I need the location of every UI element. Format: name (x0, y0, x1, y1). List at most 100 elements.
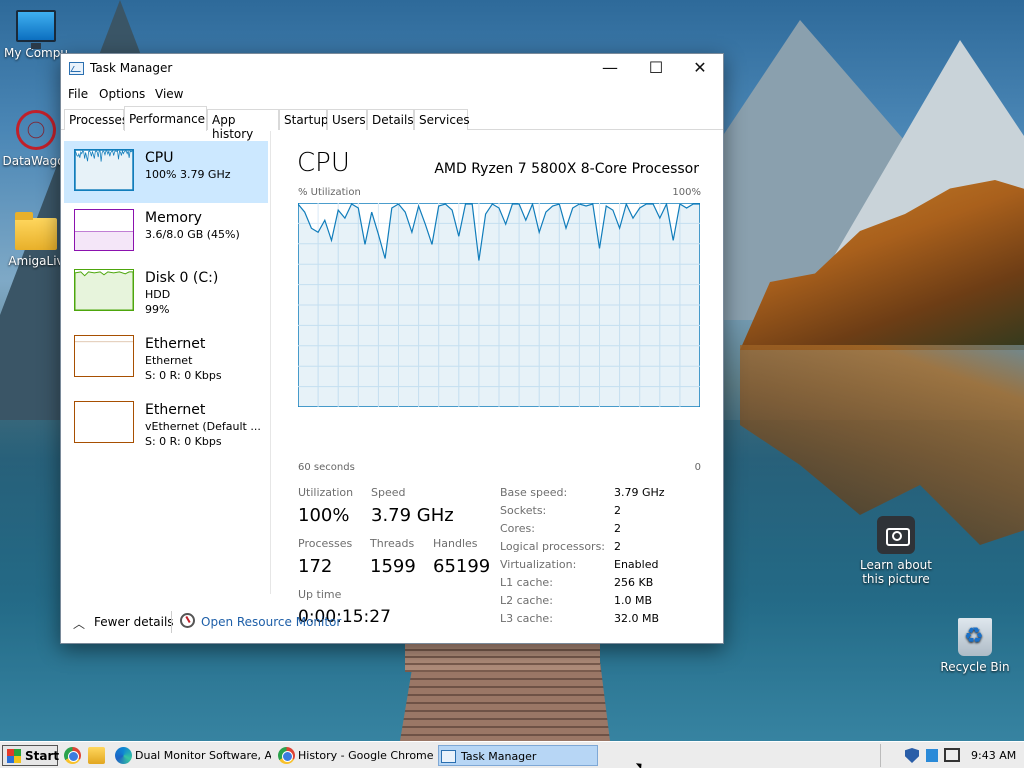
speed-value: 3.79 GHz (371, 505, 454, 526)
menu-view[interactable]: View (155, 87, 183, 101)
processes-label: Processes (298, 537, 353, 550)
spec-key: Sockets: (500, 504, 547, 517)
spec-value: 3.79 GHz (614, 486, 665, 499)
title-bar[interactable]: Task Manager — ☐ ✕ (61, 54, 723, 84)
sidebar-item-disk[interactable]: Disk 0 (C:) HDD 99% (64, 261, 268, 323)
tray-app-icon[interactable] (926, 749, 938, 762)
sidebar-item-ethernet[interactable]: Ethernet Ethernet S: 0 R: 0 Kbps (64, 327, 268, 389)
utilization-value: 100% (298, 505, 350, 526)
sidebar-item-detail: 100% 3.79 GHz (145, 168, 231, 181)
taskbar-item-label: Dual Monitor Software, A... (135, 749, 271, 762)
sidebar-item-detail: vEthernet (Default ... (145, 420, 261, 433)
cpu-detail-panel: CPU AMD Ryzen 7 5800X 8-Core Processor %… (273, 131, 723, 627)
sidebar-item-detail: S: 0 R: 0 Kbps (145, 435, 222, 448)
speed-label: Speed (371, 486, 406, 499)
chrome-icon[interactable] (64, 747, 81, 764)
sidebar-item-label: Ethernet (145, 336, 206, 352)
file-explorer-icon[interactable] (88, 747, 105, 764)
sidebar-item-vethernet[interactable]: Ethernet vEthernet (Default ... S: 0 R: … (64, 393, 268, 455)
uptime-label: Up time (298, 588, 342, 601)
menu-options[interactable]: Options (99, 87, 145, 101)
window-footer: ︿ Fewer details Open Resource Monitor (61, 606, 723, 642)
taskbar-item-edge[interactable]: Dual Monitor Software, A... (113, 745, 271, 766)
tab-services[interactable]: Services (414, 109, 470, 130)
sidebar-item-detail: Ethernet (145, 354, 193, 367)
sidebar-item-label: CPU (145, 150, 174, 166)
cpu-utilization-graph (298, 203, 700, 407)
start-button[interactable]: Start (2, 745, 59, 766)
taskbar-item-chrome[interactable]: History - Google Chrome (276, 745, 434, 766)
footer-divider (171, 611, 172, 633)
threads-label: Threads (370, 537, 415, 550)
sidebar-item-detail: HDD (145, 288, 171, 301)
processor-name: AMD Ryzen 7 5800X 8-Core Processor (434, 161, 699, 177)
tab-users[interactable]: Users (327, 109, 367, 130)
desktop-icon-recycle-bin[interactable]: Recycle Bin (935, 618, 1015, 674)
camera-icon (877, 516, 915, 554)
menu-file[interactable]: File (68, 87, 88, 101)
spec-key: Logical processors: (500, 540, 606, 553)
tab-details[interactable]: Details (367, 109, 414, 130)
desktop-icon-label: AmigaLiv (8, 254, 64, 268)
tab-bar: Processes Performance App history Startu… (61, 106, 723, 141)
sidebar-item-memory[interactable]: Memory 3.6/8.0 GB (45%) (64, 201, 268, 263)
tab-processes[interactable]: Processes (64, 109, 128, 130)
spec-value: 2 (614, 504, 621, 517)
spec-value: Enabled (614, 558, 659, 571)
desktop-icon-label: Learn about this picture (860, 558, 932, 586)
page-title: CPU (297, 148, 350, 178)
menu-bar: File Options View (61, 84, 723, 106)
spec-key: Cores: (500, 522, 535, 535)
sidebar-item-detail: 3.6/8.0 GB (45%) (145, 228, 240, 241)
cpu-utilization-area (298, 204, 700, 407)
task-manager-icon (69, 62, 84, 75)
window-title: Task Manager (90, 61, 173, 75)
tab-app-history[interactable]: App history (207, 109, 279, 141)
tab-startup[interactable]: Startup (279, 109, 329, 130)
graph-y-max: 100% (672, 187, 701, 198)
handles-value: 65199 (433, 556, 491, 577)
cpu-utilization-area (75, 150, 133, 190)
utilization-label: Utilization (298, 486, 354, 499)
graph-x-min: 0 (694, 462, 701, 473)
chrome-icon (278, 747, 295, 764)
graph-x-label: 60 seconds (298, 462, 355, 473)
processes-value: 172 (298, 556, 333, 577)
disk-thumbnail-graph (74, 269, 134, 311)
tab-performance[interactable]: Performance (124, 106, 207, 131)
system-tray: 9:43 AM (880, 744, 1022, 767)
vethernet-thumbnail-graph (74, 401, 134, 443)
minimize-button[interactable]: — (587, 54, 633, 84)
graph-y-label: % Utilization (298, 187, 361, 198)
handles-label: Handles (433, 537, 478, 550)
taskbar-item-label: History - Google Chrome (298, 749, 434, 762)
folder-icon (15, 212, 57, 250)
task-manager-window: Task Manager — ☐ ✕ File Options View Pro… (60, 53, 724, 644)
security-shield-icon[interactable] (905, 748, 919, 763)
cpu-thumbnail-graph (74, 149, 134, 191)
network-icon[interactable] (944, 748, 960, 762)
sidebar-item-cpu[interactable]: CPU 100% 3.79 GHz (64, 141, 268, 203)
sidebar-item-detail: S: 0 R: 0 Kbps (145, 369, 222, 382)
taskbar: Start Dual Monitor Software, A... Histor… (0, 741, 1024, 768)
fewer-details-button[interactable]: Fewer details (94, 615, 174, 629)
spec-value: 2 (614, 540, 621, 553)
taskbar-item-label: Task Manager (461, 750, 537, 763)
sidebar-item-label: Ethernet (145, 402, 206, 418)
performance-sidebar: CPU 100% 3.79 GHz Memory 3.6/8.0 GB (45%… (61, 131, 271, 594)
edge-icon (115, 747, 132, 764)
taskbar-item-task-manager[interactable]: Task Manager (438, 745, 598, 766)
maximize-button[interactable]: ☐ (633, 54, 679, 84)
sidebar-item-label: Disk 0 (C:) (145, 270, 219, 286)
close-button[interactable]: ✕ (677, 54, 723, 84)
spec-key: Base speed: (500, 486, 568, 499)
web-app-icon (16, 110, 56, 150)
clock[interactable]: 9:43 AM (971, 749, 1016, 762)
threads-value: 1599 (370, 556, 416, 577)
chevron-up-icon[interactable]: ︿ (73, 615, 85, 632)
ethernet-thumbnail-graph (74, 335, 134, 377)
windows-logo-icon (7, 749, 21, 763)
desktop-icon-learn-about-picture[interactable]: Learn about this picture (856, 516, 936, 586)
memory-thumbnail-graph (74, 209, 134, 251)
open-resource-monitor-link[interactable]: Open Resource Monitor (201, 615, 341, 629)
